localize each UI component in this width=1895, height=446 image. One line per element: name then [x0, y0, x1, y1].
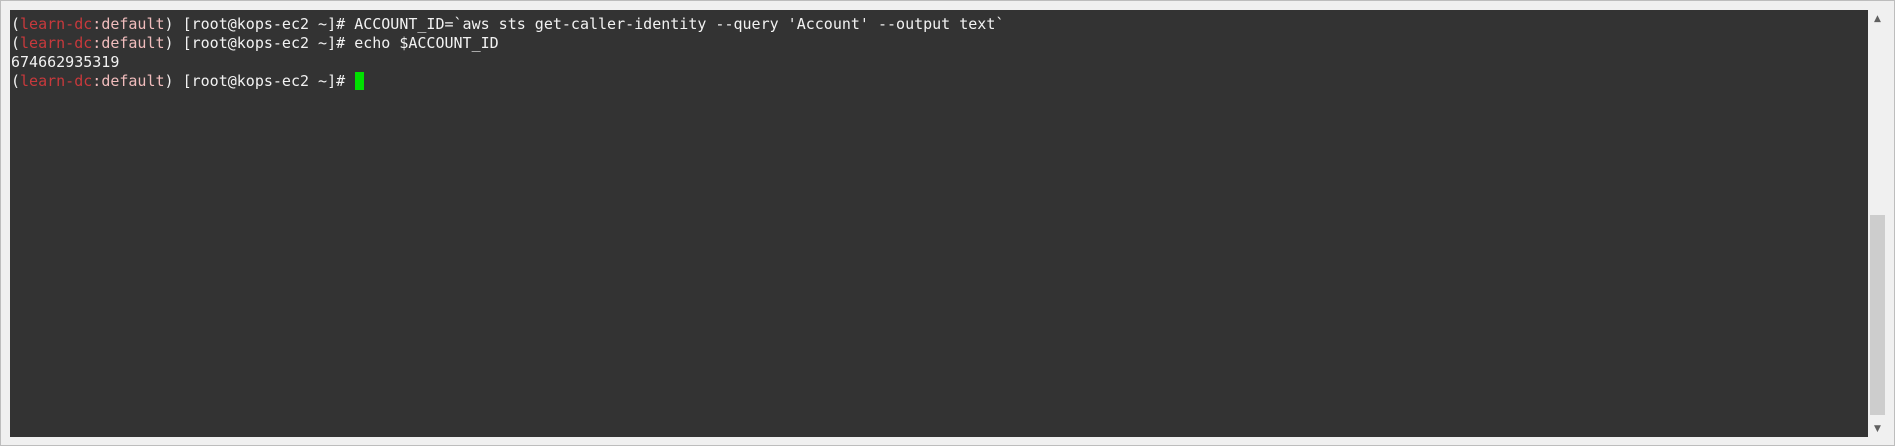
prompt-namespace: default [101, 15, 165, 33]
terminal-window: (learn-dc:default) [root@kops-ec2 ~]# AC… [0, 0, 1895, 446]
command-text: echo $ACCOUNT_ID [354, 34, 499, 52]
prompt-profile: learn-dc [20, 34, 93, 52]
prompt-close-paren: ) [164, 15, 183, 33]
prompt-namespace: default [101, 72, 165, 90]
terminal-line: (learn-dc:default) [root@kops-ec2 ~]# ec… [11, 34, 1868, 53]
prompt-profile: learn-dc [20, 72, 93, 90]
terminal-line: (learn-dc:default) [root@kops-ec2 ~]# AC… [11, 15, 1868, 34]
prompt-close-paren: ) [164, 34, 183, 52]
prompt-colon: : [92, 34, 102, 52]
prompt-host: [root@kops-ec2 ~]# [182, 72, 355, 90]
prompt-close-paren: ) [164, 72, 183, 90]
terminal-line: 674662935319 [11, 53, 1868, 72]
vertical-scrollbar[interactable]: ▲ ▼ [1868, 10, 1887, 437]
prompt-open-paren: ( [11, 72, 21, 90]
text-cursor [355, 72, 365, 90]
scroll-up-icon[interactable]: ▲ [1868, 10, 1887, 27]
scrollbar-thumb[interactable] [1870, 215, 1885, 415]
prompt-host: [root@kops-ec2 ~]# [182, 34, 355, 52]
prompt-open-paren: ( [11, 15, 21, 33]
prompt-colon: : [92, 15, 102, 33]
prompt-host: [root@kops-ec2 ~]# [182, 15, 355, 33]
command-text: ACCOUNT_ID=`aws sts get-caller-identity … [354, 15, 1005, 33]
prompt-namespace: default [101, 34, 165, 52]
prompt-profile: learn-dc [20, 15, 93, 33]
terminal-output[interactable]: (learn-dc:default) [root@kops-ec2 ~]# AC… [10, 10, 1868, 437]
prompt-colon: : [92, 72, 102, 90]
prompt-open-paren: ( [11, 34, 21, 52]
scroll-down-icon[interactable]: ▼ [1868, 420, 1887, 437]
command-output: 674662935319 [11, 53, 120, 71]
terminal-line: (learn-dc:default) [root@kops-ec2 ~]# [11, 72, 1868, 91]
